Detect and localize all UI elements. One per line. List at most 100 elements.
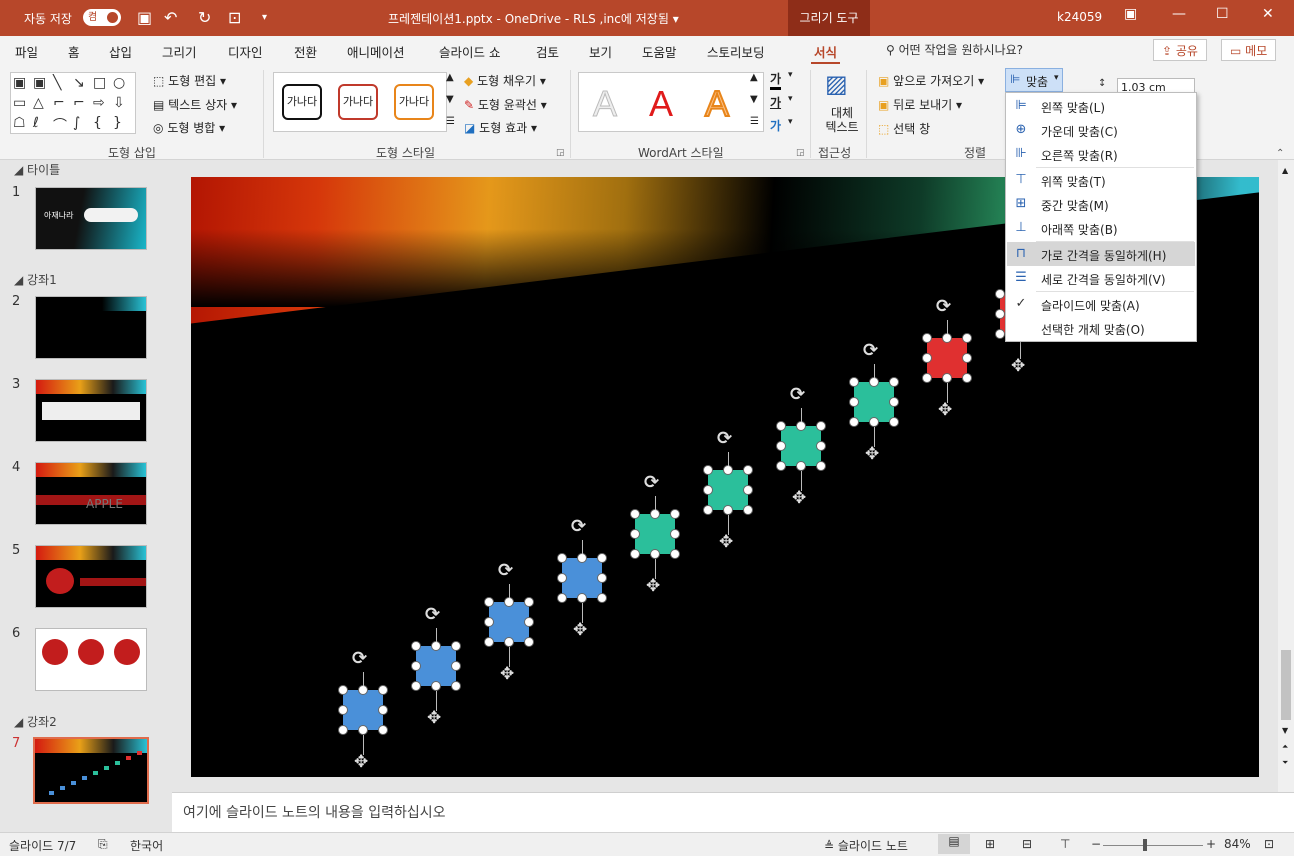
notes-placeholder[interactable]: 여기에 슬라이드 노트의 내용을 입력하십시오 [183,802,446,822]
spell-check-icon[interactable]: ⎘ [98,837,108,852]
resize-handle[interactable] [743,505,753,515]
resize-handle[interactable] [849,377,859,387]
resize-handle[interactable] [411,641,421,651]
move-handle-icon[interactable]: ✥ [865,444,879,464]
brace-right-icon[interactable]: } [113,115,122,131]
vertical-scrollbar[interactable]: ▲ ▼ ⏶ ⏷ [1278,160,1294,792]
gallery-up-icon[interactable]: ▲ [446,72,454,83]
resize-handle[interactable] [557,553,567,563]
resize-handle[interactable] [630,549,640,559]
ribbon-options-icon[interactable]: ▣ [1124,6,1137,22]
selected-shape[interactable] [922,333,972,383]
text-fill-dropdown-icon[interactable]: ▾ [788,70,793,80]
resize-handle[interactable] [869,377,879,387]
freeform-icon[interactable]: ☖ [13,115,26,131]
resize-handle[interactable] [849,397,859,407]
resize-handle[interactable] [922,333,932,343]
resize-handle[interactable] [358,725,368,735]
shape-outline-button[interactable]: ✎ 도형 윤곽선 ▾ [464,96,547,113]
scroll-down-icon[interactable]: ▼ [1282,726,1288,735]
slide-thumb-4[interactable]: APPLE [35,462,147,525]
shape-style-orange[interactable]: 가나다 [394,84,434,120]
menu-item-align-center[interactable]: ⊕ 가운데 맞춤(C) [1007,118,1195,142]
resize-handle[interactable] [338,685,348,695]
selected-shape[interactable] [849,377,899,427]
wordart-up-icon[interactable]: ▲ [750,72,758,83]
resize-handle[interactable] [889,377,899,387]
shape-style-black[interactable]: 가나다 [282,84,322,120]
autosave-toggle[interactable]: 켬 [83,9,121,26]
resize-handle[interactable] [942,333,952,343]
text-effects-dropdown-icon[interactable]: ▾ [788,117,793,127]
scroll-thumb[interactable] [1281,650,1291,720]
resize-handle[interactable] [451,681,461,691]
slide-thumb-2[interactable] [35,296,147,359]
resize-handle[interactable] [451,641,461,651]
resize-handle[interactable] [743,485,753,495]
next-slide-icon[interactable]: ⏷ [1282,758,1288,768]
slide-sorter-icon[interactable]: ⊞ [985,837,995,851]
tab-review[interactable]: 검토 [536,42,559,61]
vertical-textbox-icon[interactable]: ▣ [33,75,46,91]
resize-handle[interactable] [816,441,826,451]
wordart-style-orange[interactable]: A [704,82,730,125]
save-icon[interactable]: ▣ [137,8,152,27]
scribble-icon[interactable]: ℓ [33,115,39,131]
selected-shape[interactable] [630,509,680,559]
reading-view-icon[interactable]: ⊟ [1022,837,1032,851]
menu-item-align-selected-objects[interactable]: 선택한 개체 맞춤(O) [1007,316,1195,340]
tab-slideshow[interactable]: 슬라이드 쇼 [439,42,500,61]
resize-handle[interactable] [650,549,660,559]
gallery-more-icon[interactable]: ☰ [446,116,455,127]
resize-handle[interactable] [431,641,441,651]
move-handle-icon[interactable]: ✥ [792,488,806,508]
resize-handle[interactable] [630,529,640,539]
wordart-style-red[interactable]: A [649,83,673,125]
line-shape-icon[interactable]: ╲ [53,75,61,91]
resize-handle[interactable] [577,593,587,603]
text-outline-dropdown-icon[interactable]: ▾ [788,94,793,104]
right-arrow-shape-icon[interactable]: ⇨ [93,95,105,111]
resize-handle[interactable] [703,505,713,515]
move-handle-icon[interactable]: ✥ [719,532,733,552]
merge-shapes-button[interactable]: ◎ 도형 병합 ▾ [153,119,225,136]
rotate-handle-icon[interactable]: ⟳ [644,472,659,493]
wordart-gallery[interactable]: A A A [578,72,764,132]
section-course2[interactable]: ◢ 강좌2 [14,713,57,730]
selected-shape[interactable] [776,421,826,471]
zoom-slider[interactable] [1103,845,1203,846]
text-box-button[interactable]: ▤ 텍스트 상자 ▾ [153,96,237,113]
tab-transitions[interactable]: 전환 [294,42,317,61]
zoom-slider-handle[interactable] [1143,839,1147,851]
alt-text-button[interactable]: 대체 텍스트 [824,106,860,134]
tab-storyboarding[interactable]: 스토리보딩 [707,42,765,61]
resize-handle[interactable] [922,353,932,363]
resize-handle[interactable] [630,509,640,519]
slide-thumb-7[interactable] [33,737,149,804]
move-handle-icon[interactable]: ✥ [938,400,952,420]
tell-me-search[interactable]: ⚲ 어떤 작업을 원하시나요? [886,41,1023,58]
resize-handle[interactable] [796,421,806,431]
slide-thumb-3[interactable] [35,379,147,442]
dialog-launcher-icon[interactable]: ◲ [556,148,565,158]
rotate-handle-icon[interactable]: ⟳ [352,648,367,669]
resize-handle[interactable] [524,597,534,607]
resize-handle[interactable] [889,397,899,407]
wordart-dialog-launcher-icon[interactable]: ◲ [796,148,805,158]
textbox-shape-icon[interactable]: ▣ [13,75,26,91]
menu-item-distribute-vertically[interactable]: ☰ 세로 간격을 동일하게(V) [1007,266,1195,290]
resize-handle[interactable] [995,309,1005,319]
move-handle-icon[interactable]: ✥ [573,620,587,640]
scroll-up-icon[interactable]: ▲ [1282,166,1288,175]
edit-shape-button[interactable]: ⬚ 도형 편집 ▾ [153,72,226,89]
maximize-icon[interactable]: ☐ [1216,6,1229,22]
resize-handle[interactable] [378,725,388,735]
rotate-handle-icon[interactable]: ⟳ [863,340,878,361]
align-button[interactable]: ⊫ 맞춤 ▾ [1005,68,1063,92]
text-outline-button[interactable]: 가 [770,94,781,111]
resize-handle[interactable] [504,637,514,647]
shape-effects-button[interactable]: ◪ 도형 효과 ▾ [464,119,537,136]
notes-toggle[interactable]: ≜ 슬라이드 노트 [824,837,908,854]
resize-handle[interactable] [338,705,348,715]
section-course1[interactable]: ◢ 강좌1 [14,271,57,288]
